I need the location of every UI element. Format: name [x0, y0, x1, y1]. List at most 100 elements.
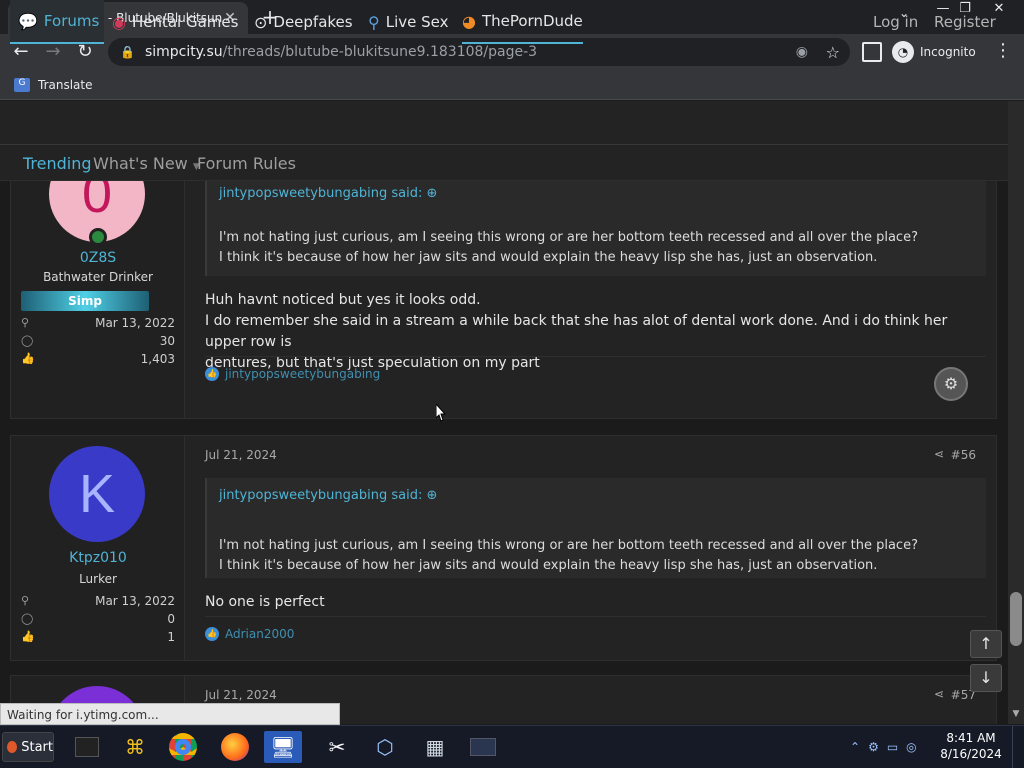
- quote-block: jintypopsweetybungabing said: ⊕ I'm not …: [205, 181, 986, 276]
- media-player-icon[interactable]: [464, 731, 502, 763]
- post-date-link[interactable]: Jul 21, 2024: [205, 448, 277, 462]
- quote-author-link[interactable]: jintypopsweetybungabing said: ⊕: [219, 488, 437, 503]
- username-link[interactable]: Ktpz010: [11, 550, 185, 566]
- messages-value: 0: [167, 612, 175, 626]
- tray-app-icon[interactable]: ⚙: [868, 740, 879, 754]
- chrome-icon[interactable]: [164, 731, 202, 763]
- nav-theporndude-label: ThePornDude: [481, 12, 583, 30]
- firefox-icon[interactable]: [216, 731, 254, 763]
- share-icon[interactable]: ⋖: [934, 447, 944, 461]
- reacted-by-link[interactable]: jintypopsweetybungabing: [225, 367, 380, 381]
- user-title: Bathwater Drinker: [43, 270, 153, 284]
- start-button[interactable]: Start: [2, 732, 54, 762]
- subnav-whats-new-label: What's New: [93, 154, 188, 173]
- quote-author: jintypopsweetybungabing said:: [219, 186, 423, 201]
- user-title: Lurker: [79, 572, 117, 586]
- messages-bubble-icon: ◯: [21, 612, 34, 625]
- login-link[interactable]: Log in: [873, 0, 918, 44]
- nav-tab-theporndude[interactable]: ◕ ThePornDude: [462, 0, 583, 44]
- quote-block: jintypopsweetybungabing said: ⊕ I'm not …: [205, 478, 986, 578]
- side-panel-icon[interactable]: [862, 42, 882, 62]
- user-joined: ⚲ Mar 13, 2022: [21, 316, 175, 330]
- quote-author: jintypopsweetybungabing said:: [219, 488, 423, 503]
- nav-tab-hentai-games[interactable]: ◉ Hentai Games: [112, 0, 238, 44]
- reactions-bar: 👍 Adrian2000: [205, 616, 986, 641]
- clock-date: 8/16/2024: [940, 747, 1002, 761]
- forums-chat-icon: 💬: [18, 11, 38, 31]
- subnav-whats-new[interactable]: What's New ▼: [93, 154, 200, 173]
- nav-deepfakes-label: Deepfakes: [273, 13, 353, 31]
- calculator-icon[interactable]: ▦: [416, 731, 454, 763]
- thumbs-up-icon: 👍: [21, 352, 35, 365]
- subnav-trending[interactable]: Trending: [23, 154, 92, 173]
- clock-time: 8:41 AM: [946, 731, 996, 745]
- quote-text-line: I'm not hating just curious, am I seeing…: [219, 230, 918, 245]
- jump-to-quote-icon[interactable]: ⊕: [426, 488, 437, 503]
- steam-widget-icon[interactable]: ⚙: [934, 367, 968, 401]
- messages-value: 30: [159, 334, 175, 348]
- quote-author-link[interactable]: jintypopsweetybungabing said: ⊕: [219, 186, 437, 201]
- system-tray: ⌃ ⚙ ▭ ◎: [846, 731, 942, 763]
- taskbar-clock[interactable]: 8:41 AM 8/16/2024: [936, 730, 1006, 762]
- url-path: /threads/blutube-blukitsune9.183108/page…: [222, 44, 538, 60]
- page-scrollbar-thumb[interactable]: [1010, 592, 1022, 646]
- network-tool-icon[interactable]: ⌘: [116, 731, 154, 763]
- share-icon[interactable]: ⋖: [934, 687, 944, 701]
- quote-text-line: I think it's because of how her jaw sits…: [219, 558, 878, 573]
- scroll-to-bottom-arrow-icon[interactable]: ↓: [970, 664, 1002, 692]
- scroll-down-arrow-icon[interactable]: ▼: [1008, 706, 1024, 722]
- nav-tab-live-sex[interactable]: ⚲ Live Sex: [368, 0, 448, 44]
- messages-bubble-icon: ◯: [21, 334, 34, 347]
- nav-forums-label: Forums: [43, 12, 100, 30]
- thumbs-up-icon: 👍: [21, 630, 35, 643]
- bookmark-star-icon[interactable]: ☆: [826, 43, 840, 62]
- user-messages: ◯ 0: [21, 612, 175, 626]
- post-body-line: No one is perfect: [205, 594, 325, 610]
- post-body-line: I do remember she said in a stream a whi…: [205, 313, 948, 350]
- subnav-forum-rules[interactable]: Forum Rules: [197, 154, 296, 173]
- nav-tab-deepfakes[interactable]: ⊙ Deepfakes: [254, 0, 353, 44]
- user-joined-icon: ⚲: [21, 594, 30, 607]
- show-desktop-button[interactable]: [1012, 726, 1024, 768]
- username-link[interactable]: 0Z8S: [11, 250, 185, 266]
- browser-menu-icon[interactable]: ⋮: [994, 40, 1012, 64]
- google-translate-icon: G: [14, 77, 30, 92]
- user-joined: ⚲ Mar 13, 2022: [21, 594, 175, 608]
- theporndude-logo-icon: ◕: [462, 11, 476, 31]
- scroll-to-top-arrow-icon[interactable]: ↑: [970, 630, 1002, 658]
- user-banner: Simp: [21, 291, 149, 311]
- avatar[interactable]: K: [49, 446, 145, 542]
- url-host: simpcity.su: [144, 44, 223, 60]
- bookmark-translate[interactable]: Translate: [38, 78, 93, 92]
- register-link[interactable]: Register: [934, 0, 996, 44]
- lock-icon: 🔒: [120, 45, 135, 59]
- post-body-line: Huh havnt noticed but yes it looks odd.: [205, 292, 481, 308]
- thread-content: 0 0Z8S Bathwater Drinker Simp ⚲ Mar 13, 2…: [0, 181, 1008, 724]
- nav-tab-forums[interactable]: 💬 Forums: [10, 0, 104, 44]
- like-reaction-icon: 👍: [205, 627, 219, 641]
- jump-to-quote-icon[interactable]: ⊕: [426, 186, 437, 201]
- joined-value: Mar 13, 2022: [95, 594, 175, 608]
- user-joined-icon: ⚲: [21, 316, 30, 329]
- user-reactions: 👍 1,403: [21, 352, 175, 366]
- user-reactions: 👍 1: [21, 630, 175, 644]
- post: 0 0Z8S Bathwater Drinker Simp ⚲ Mar 13, 2…: [10, 181, 997, 419]
- live-sex-pin-icon: ⚲: [368, 12, 380, 32]
- incognito-label: Incognito: [920, 45, 976, 59]
- tracking-blocked-eye-icon[interactable]: ◉: [796, 44, 808, 60]
- command-prompt-icon[interactable]: [68, 731, 106, 763]
- tray-display-icon[interactable]: ▭: [887, 740, 898, 754]
- avatar-letter: K: [78, 464, 116, 524]
- post-number-link[interactable]: #56: [951, 448, 976, 462]
- remote-desktop-icon[interactable]: 🖥: [264, 731, 302, 763]
- tray-network-icon[interactable]: ◎: [906, 740, 916, 754]
- snipping-tool-icon[interactable]: ✂: [318, 731, 356, 763]
- post: K Ktpz010 Lurker ⚲ Mar 13, 2022 ◯ 0 👍 1 Jul…: [10, 435, 997, 661]
- post-date-link[interactable]: Jul 21, 2024: [205, 688, 277, 702]
- virtualbox-icon[interactable]: ⬡: [366, 731, 404, 763]
- quote-text-line: I think it's because of how her jaw sits…: [219, 250, 878, 265]
- user-messages: ◯ 30: [21, 334, 175, 348]
- show-hidden-icons-chevron-icon[interactable]: ⌃: [850, 740, 860, 754]
- windows-orb-icon: [7, 741, 18, 753]
- reacted-by-link[interactable]: Adrian2000: [225, 627, 294, 641]
